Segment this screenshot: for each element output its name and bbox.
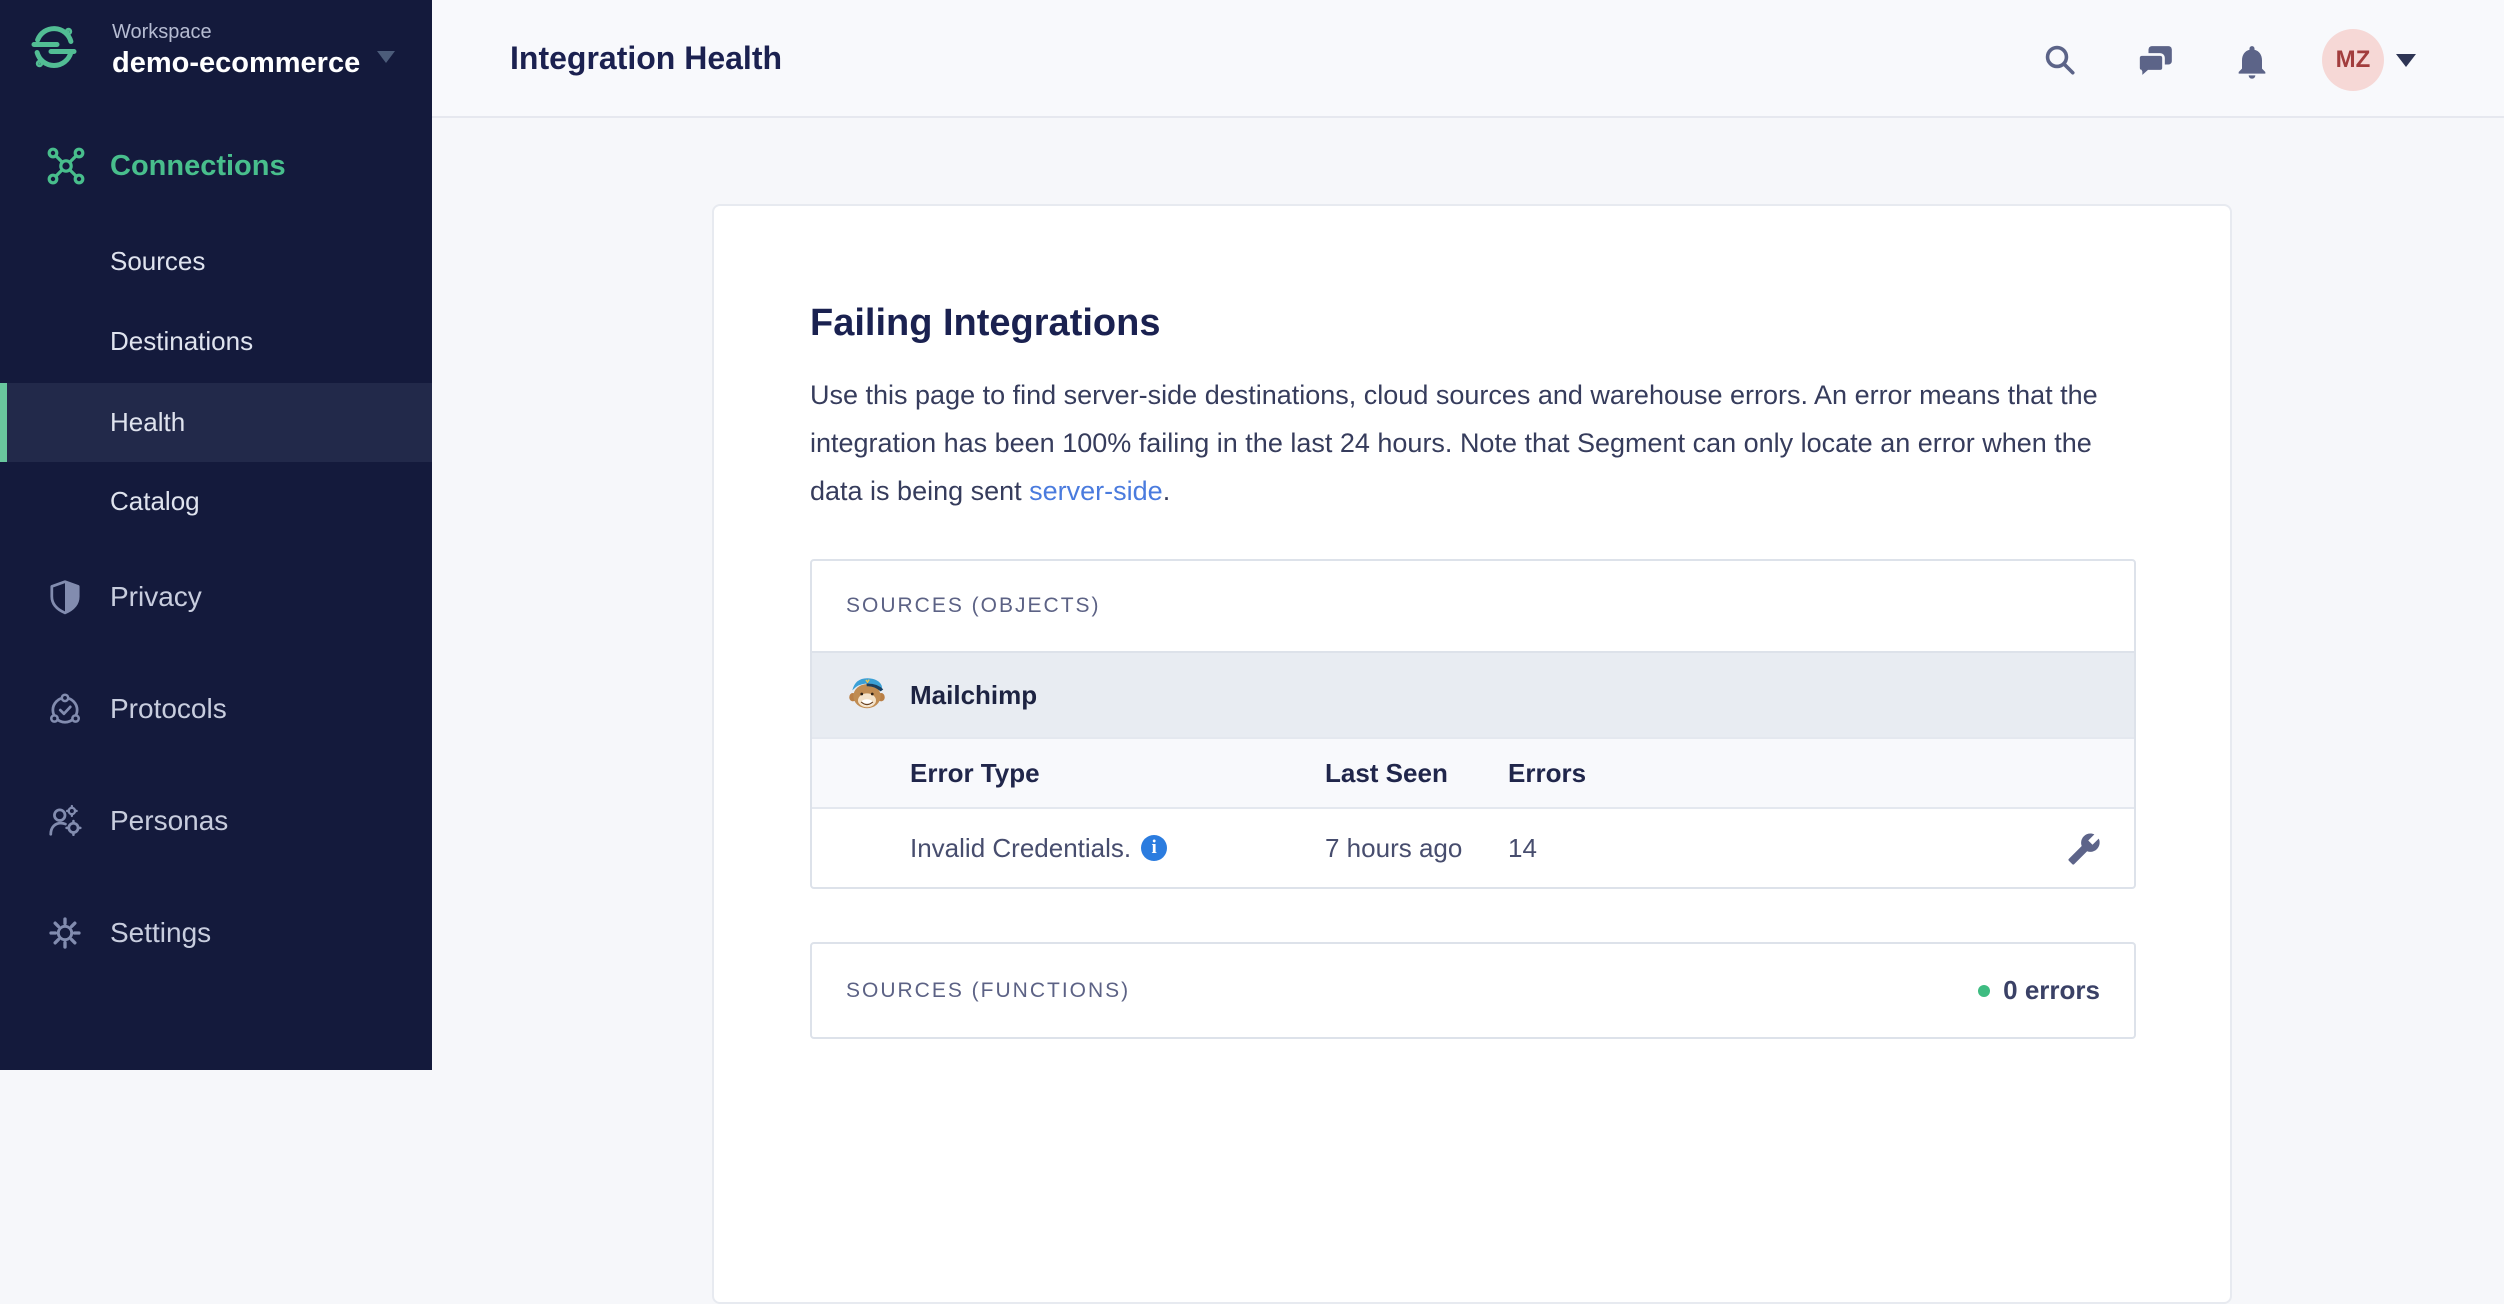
source-name: Mailchimp xyxy=(910,680,1037,711)
failing-integrations-card: Failing Integrations Use this page to fi… xyxy=(712,204,2232,1304)
column-header-errors: Errors xyxy=(1508,758,2134,789)
sidebar-item-personas[interactable]: Personas xyxy=(0,793,432,849)
column-header-last-seen: Last Seen xyxy=(1325,758,1508,789)
chat-icon[interactable] xyxy=(2136,42,2176,82)
table-caption: SOURCES (OBJECTS) xyxy=(812,561,2134,651)
sidebar-item-sources[interactable]: Sources xyxy=(0,237,432,285)
source-row-mailchimp[interactable]: Mailchimp xyxy=(812,651,2134,737)
bell-icon[interactable] xyxy=(2232,42,2272,82)
sidebar-item-label: Privacy xyxy=(110,581,202,613)
page-title: Integration Health xyxy=(510,40,782,77)
sidebar-item-label: Sources xyxy=(110,246,205,277)
server-side-link[interactable]: server-side xyxy=(1029,476,1163,506)
card-title: Failing Integrations xyxy=(810,302,2134,345)
sidebar-item-label: Settings xyxy=(110,917,211,949)
chevron-down-icon xyxy=(377,51,395,63)
sidebar-item-destinations[interactable]: Destinations xyxy=(0,317,432,365)
table-row: Invalid Credentials. 7 hours ago 14 xyxy=(812,807,2134,887)
sidebar-item-connections[interactable]: Connections xyxy=(0,140,432,192)
workspace-switcher[interactable]: Workspace demo-ecommerce xyxy=(0,0,432,112)
status-dot-icon xyxy=(1978,985,1990,997)
personas-icon xyxy=(46,802,84,840)
shield-icon xyxy=(46,578,84,616)
sidebar-item-health[interactable]: Health xyxy=(0,383,432,462)
wrench-icon[interactable] xyxy=(2067,832,2101,866)
workspace-label: Workspace xyxy=(112,21,212,44)
sources-functions-table: SOURCES (FUNCTIONS) 0 errors xyxy=(810,942,2136,1039)
gear-icon xyxy=(46,914,84,952)
sidebar-item-label: Personas xyxy=(110,805,228,837)
avatar[interactable]: MZ xyxy=(2322,29,2384,91)
sidebar: Workspace demo-ecommerce Connections Sou… xyxy=(0,0,432,1070)
table-caption: SOURCES (FUNCTIONS) xyxy=(846,979,1130,1003)
top-bar: Integration Health MZ xyxy=(432,0,2504,118)
connections-icon xyxy=(46,146,86,186)
info-icon[interactable] xyxy=(1141,835,1167,861)
mailchimp-logo-icon xyxy=(846,672,888,719)
last-seen-value: 7 hours ago xyxy=(1325,833,1508,864)
sidebar-item-label: Health xyxy=(110,407,185,438)
sidebar-item-label: Protocols xyxy=(110,693,227,725)
status-text: 0 errors xyxy=(2003,975,2100,1006)
sidebar-item-catalog[interactable]: Catalog xyxy=(0,477,432,525)
description-period: . xyxy=(1163,476,1171,506)
search-icon[interactable] xyxy=(2042,42,2078,78)
sources-objects-table: SOURCES (OBJECTS) Mailchimp xyxy=(810,559,2136,889)
segment-logo-icon xyxy=(30,22,78,77)
error-type-cell: Invalid Credentials. xyxy=(910,833,1325,864)
sidebar-item-settings[interactable]: Settings xyxy=(0,905,432,961)
sidebar-item-protocols[interactable]: Protocols xyxy=(0,681,432,737)
functions-header-row[interactable]: SOURCES (FUNCTIONS) 0 errors xyxy=(812,944,2134,1037)
error-type-value: Invalid Credentials. xyxy=(910,833,1131,864)
avatar-initials: MZ xyxy=(2336,46,2371,74)
account-chevron-down-icon[interactable] xyxy=(2396,54,2416,67)
sidebar-item-privacy[interactable]: Privacy xyxy=(0,569,432,625)
sidebar-item-label: Destinations xyxy=(110,326,253,357)
sidebar-item-label: Connections xyxy=(110,150,286,183)
card-description: Use this page to find server-side destin… xyxy=(810,371,2125,515)
protocols-icon xyxy=(46,690,84,728)
column-header-error-type: Error Type xyxy=(910,758,1325,789)
description-text: Use this page to find server-side destin… xyxy=(810,380,2098,506)
table-header-row: Error Type Last Seen Errors xyxy=(812,737,2134,807)
sidebar-item-label: Catalog xyxy=(110,486,200,517)
status-badge: 0 errors xyxy=(1978,975,2100,1006)
workspace-name: demo-ecommerce xyxy=(112,47,360,80)
errors-value: 14 xyxy=(1508,833,2134,864)
